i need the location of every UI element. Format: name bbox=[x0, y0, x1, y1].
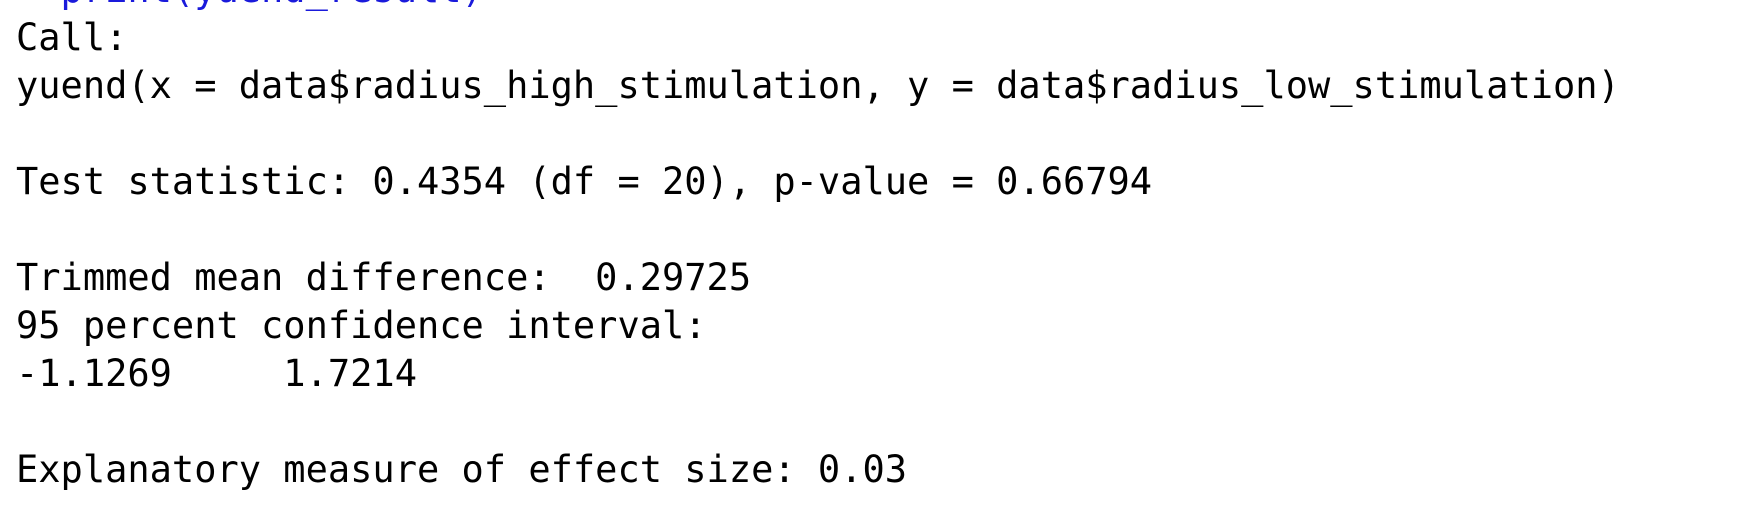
command-text: > print(yuend_result) bbox=[16, 0, 484, 14]
confidence-interval-values: -1.1269 1.7214 bbox=[16, 352, 417, 395]
call-expression: yuend(x = data$radius_high_stimulation, … bbox=[16, 64, 1620, 107]
confidence-interval-label: 95 percent confidence interval: bbox=[16, 304, 707, 347]
call-header: Call: bbox=[16, 16, 128, 59]
test-statistic-line: Test statistic: 0.4354 (df = 20), p-valu… bbox=[16, 160, 1153, 203]
trimmed-mean-line: Trimmed mean difference: 0.29725 bbox=[16, 256, 752, 299]
r-console-output: > print(yuend_result) Call: yuend(x = da… bbox=[16, 0, 1751, 507]
effect-size-line: Explanatory measure of effect size: 0.03 bbox=[16, 448, 908, 491]
command-line-partial: > print(yuend_result) bbox=[16, 0, 1751, 14]
